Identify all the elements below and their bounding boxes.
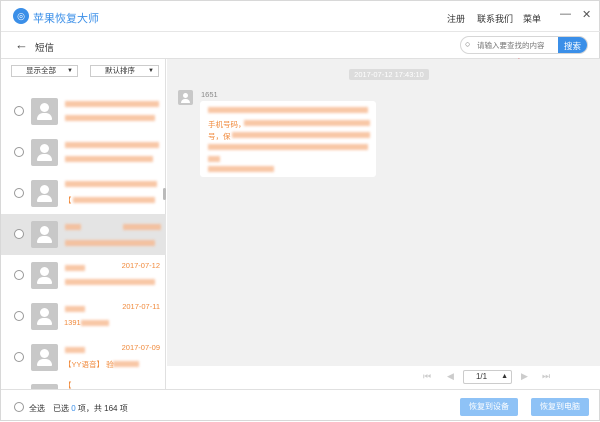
conversation-item[interactable]: 2017-07-12 <box>1 255 166 296</box>
menu-link[interactable]: 菜单 <box>523 12 541 25</box>
contact-avatar-icon <box>31 98 58 125</box>
prev-page-icon[interactable]: ◀ <box>447 371 454 382</box>
pagination: ⏮ ◀ 1/1 ▲ ▶ ⏭ <box>167 366 600 389</box>
selected-count: 0 <box>71 404 76 413</box>
row-date: 2017-07-09 <box>121 343 160 352</box>
row-date: 2017-07-12 <box>121 261 160 270</box>
contact-avatar-icon <box>31 221 58 248</box>
contact-avatar-icon <box>31 180 58 207</box>
contact-avatar-icon <box>31 344 58 371</box>
message-text: 手机号码， <box>208 120 246 129</box>
minimize-icon[interactable]: — <box>560 8 571 20</box>
filter-label: 显示全部 <box>26 66 56 75</box>
message-timestamp: 2017-07-12 17:43:10 <box>349 69 429 80</box>
conversation-item[interactable] <box>1 132 166 173</box>
conversation-item[interactable]: 2017-07-09 【YY语音】 验 <box>1 337 166 378</box>
row-radio[interactable] <box>14 311 24 321</box>
restore-to-device-button[interactable]: 恢复到设备 <box>460 398 518 416</box>
page-number: 1/1 <box>475 372 488 381</box>
filter-dropdown[interactable]: 显示全部 ▼ <box>11 65 78 77</box>
row-radio[interactable] <box>14 188 24 198</box>
first-page-icon[interactable]: ⏮ <box>423 371 431 382</box>
app-logo-icon: ◎ <box>13 8 29 24</box>
sender-avatar-icon <box>178 90 193 105</box>
conversation-item[interactable] <box>1 91 166 132</box>
conversation-item[interactable]: 【 <box>1 173 166 214</box>
total-count: 项，共 164 项 <box>77 404 128 413</box>
row-preview: 【 <box>64 381 72 389</box>
back-arrow-icon[interactable]: ← <box>15 37 28 52</box>
search-box: ○ 搜索 <box>460 36 588 54</box>
row-preview: 【 <box>64 196 72 205</box>
contact-avatar-icon <box>31 303 58 330</box>
sender-number: 1651 <box>201 90 218 99</box>
row-radio[interactable] <box>14 106 24 116</box>
conversation-item[interactable]: 【 <box>1 378 166 389</box>
close-icon[interactable]: ✕ <box>582 8 591 21</box>
list-scrollbar[interactable] <box>163 188 166 200</box>
search-button[interactable]: 搜索 <box>558 37 587 53</box>
message-text: 号，保 <box>208 132 231 141</box>
restore-to-pc-button[interactable]: 恢复到电脑 <box>531 398 589 416</box>
row-preview: 【YY语音】 验 <box>64 360 114 369</box>
app-name: 苹果恢复大师 <box>33 13 99 25</box>
register-link[interactable]: 注册 <box>447 12 465 25</box>
row-radio[interactable] <box>14 229 24 239</box>
select-all-radio[interactable] <box>14 402 24 412</box>
contact-link[interactable]: 联系我们 <box>477 12 513 25</box>
select-all-label[interactable]: 全选 <box>29 403 45 414</box>
selected-prefix: 已选 <box>53 404 69 413</box>
search-input[interactable] <box>477 39 559 51</box>
contact-avatar-icon <box>31 262 58 289</box>
row-radio[interactable] <box>14 147 24 157</box>
contact-avatar-icon <box>31 139 58 166</box>
last-page-icon[interactable]: ⏭ <box>542 371 550 382</box>
row-preview: 1391 <box>64 318 81 327</box>
page-selector[interactable]: 1/1 ▲ <box>463 370 512 384</box>
caret-up-icon: ▲ <box>501 373 508 380</box>
row-radio[interactable] <box>14 270 24 280</box>
conversation-item-selected[interactable] <box>1 214 166 255</box>
next-page-icon[interactable]: ▶ <box>521 371 528 382</box>
message-bubble: 手机号码， 号，保 <box>200 101 376 177</box>
row-radio[interactable] <box>14 352 24 362</box>
search-icon: ○ <box>465 39 471 49</box>
page-title: 短信 <box>35 43 55 54</box>
sort-dropdown[interactable]: 默认排序 ▼ <box>90 65 159 77</box>
caret-down-icon: ▼ <box>148 68 154 74</box>
sort-label: 默认排序 <box>105 66 135 75</box>
caret-down-icon: ▼ <box>67 68 73 74</box>
selection-count: 已选 0 项，共 164 项 <box>53 403 128 414</box>
row-date: 2017-07-11 <box>122 302 160 311</box>
conversation-item[interactable]: 2017-07-11 1391 <box>1 296 166 337</box>
